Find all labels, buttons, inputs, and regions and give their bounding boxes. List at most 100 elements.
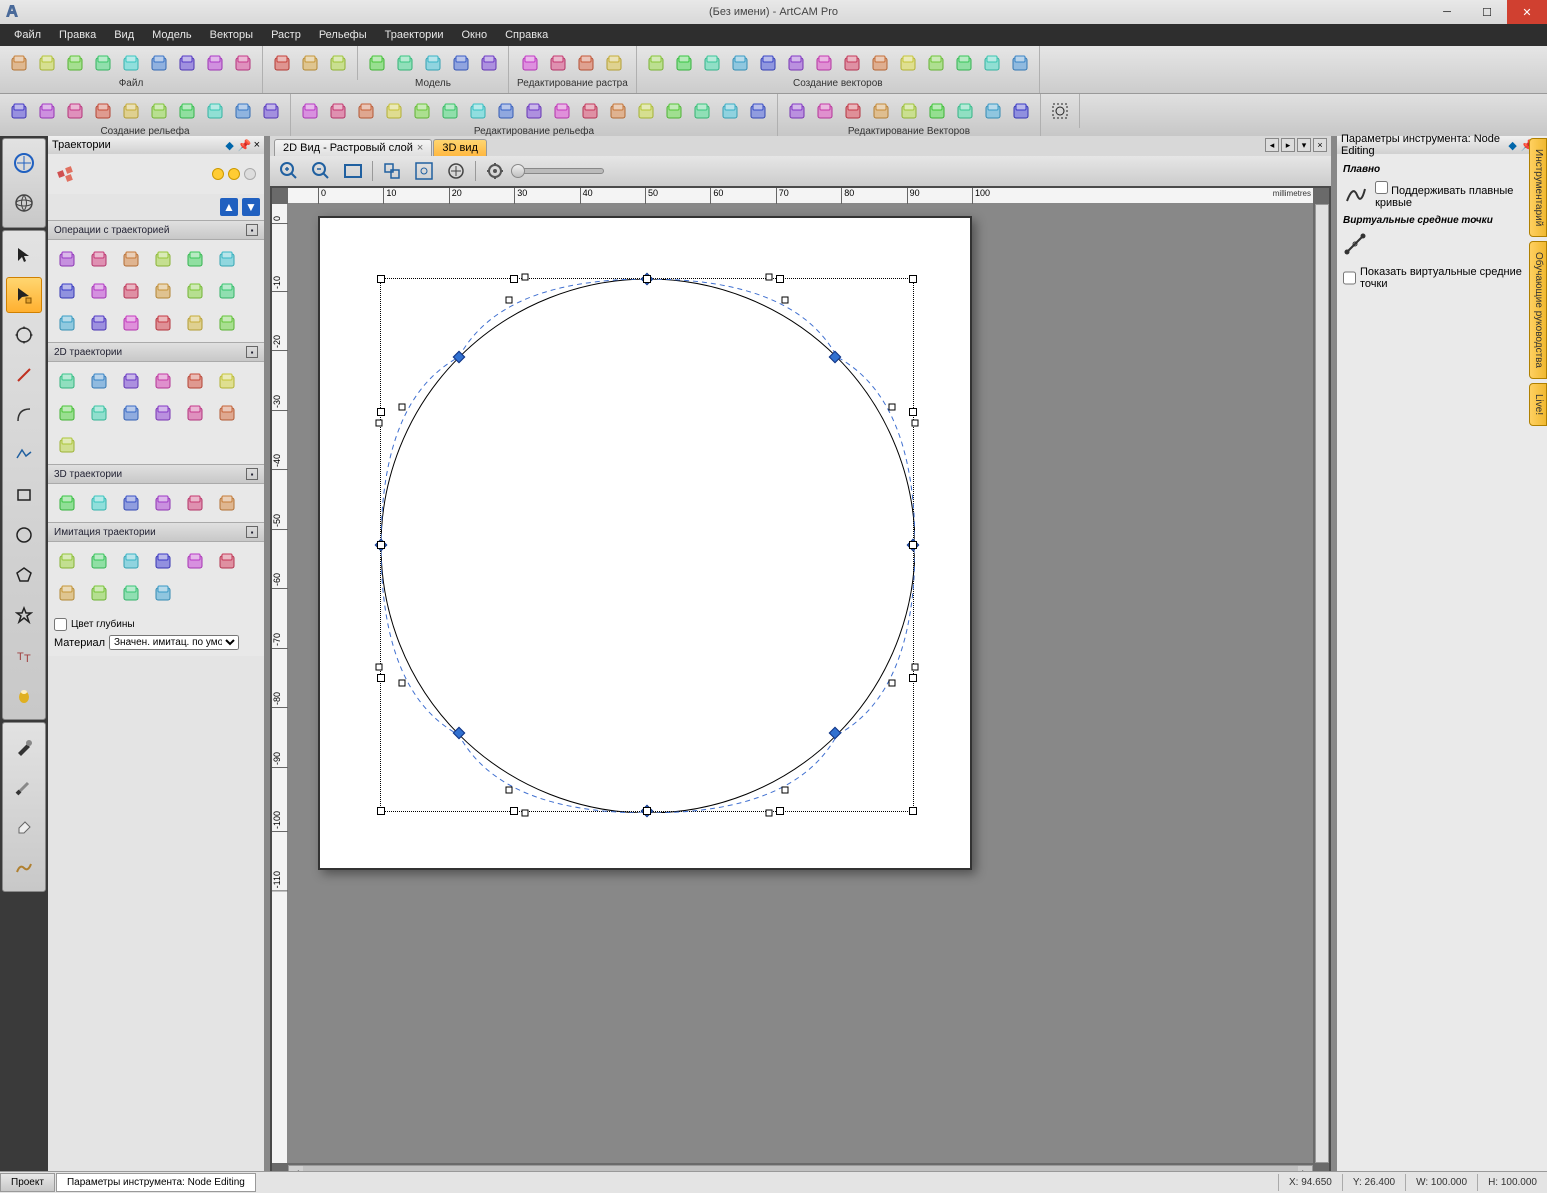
zoom-selected-button[interactable] bbox=[411, 158, 437, 184]
toolbar-button[interactable] bbox=[476, 50, 502, 76]
traj-button[interactable] bbox=[116, 546, 146, 576]
traj-button[interactable] bbox=[180, 276, 210, 306]
traj-button[interactable] bbox=[212, 308, 242, 338]
traj-button[interactable] bbox=[84, 276, 114, 306]
depth-color-checkbox[interactable]: Цвет глубины bbox=[54, 618, 258, 631]
toolbar-button[interactable] bbox=[661, 98, 687, 124]
tab-close-icon[interactable]: × bbox=[1313, 138, 1327, 152]
toolbar-button[interactable] bbox=[493, 98, 519, 124]
toolbar-button[interactable] bbox=[118, 50, 144, 76]
traj-button[interactable] bbox=[84, 398, 114, 428]
sidetab-live[interactable]: Live! bbox=[1529, 383, 1547, 426]
toolbar-button[interactable] bbox=[952, 98, 978, 124]
tool-paint-2[interactable] bbox=[6, 769, 42, 805]
toolbar-button[interactable] bbox=[699, 50, 725, 76]
toolbar-button[interactable] bbox=[90, 50, 116, 76]
toolbar-button[interactable] bbox=[90, 98, 116, 124]
traj-button[interactable] bbox=[116, 578, 146, 608]
section-header[interactable]: 2D траектории▪ bbox=[48, 342, 264, 362]
toolbar-button[interactable] bbox=[202, 50, 228, 76]
traj-button[interactable] bbox=[148, 398, 178, 428]
traj-button[interactable] bbox=[212, 546, 242, 576]
traj-button[interactable] bbox=[180, 488, 210, 518]
toolbar-button[interactable] bbox=[755, 50, 781, 76]
tool-text[interactable]: TT bbox=[6, 637, 42, 673]
traj-button[interactable] bbox=[52, 430, 82, 460]
close-icon[interactable]: × bbox=[417, 142, 423, 154]
tool-view-2d[interactable] bbox=[6, 145, 42, 181]
traj-button[interactable] bbox=[212, 366, 242, 396]
panel-close-icon[interactable]: × bbox=[254, 139, 260, 151]
toolbar-button[interactable] bbox=[924, 98, 950, 124]
toolbar-button[interactable] bbox=[6, 98, 32, 124]
traj-button[interactable] bbox=[52, 244, 82, 274]
tool-star[interactable] bbox=[6, 597, 42, 633]
minimize-button[interactable]: ─ bbox=[1427, 0, 1467, 24]
traj-button[interactable] bbox=[84, 488, 114, 518]
bulb-icon[interactable] bbox=[228, 168, 240, 180]
toolbar-button[interactable] bbox=[230, 50, 256, 76]
bulb-icon[interactable] bbox=[244, 168, 256, 180]
tab-2d-view[interactable]: 2D Вид - Растровый слой× bbox=[274, 139, 432, 156]
toolbar-button[interactable] bbox=[1008, 98, 1034, 124]
tab-menu-icon[interactable]: ▾ bbox=[1297, 138, 1311, 152]
pin-icon[interactable]: ◆ bbox=[1508, 139, 1516, 152]
toolbar-button[interactable] bbox=[230, 98, 256, 124]
menu-window[interactable]: Окно bbox=[454, 27, 496, 43]
zoom-extends-button[interactable] bbox=[443, 158, 469, 184]
toolbar-button[interactable] bbox=[633, 98, 659, 124]
close-button[interactable]: ✕ bbox=[1507, 0, 1547, 24]
tool-paint-1[interactable] bbox=[6, 729, 42, 765]
toolbar-button[interactable] bbox=[325, 50, 351, 76]
status-tab-project[interactable]: Проект bbox=[0, 1173, 55, 1192]
traj-button[interactable] bbox=[116, 488, 146, 518]
traj-button[interactable] bbox=[148, 276, 178, 306]
toolbar-button[interactable] bbox=[867, 50, 893, 76]
traj-button[interactable] bbox=[212, 488, 242, 518]
tab-prev-icon[interactable]: ◂ bbox=[1265, 138, 1279, 152]
zoom-fit-button[interactable] bbox=[340, 158, 366, 184]
toolbar-button[interactable] bbox=[951, 50, 977, 76]
toolbar-button[interactable] bbox=[868, 98, 894, 124]
traj-button[interactable] bbox=[84, 546, 114, 576]
toolbar-button[interactable] bbox=[202, 98, 228, 124]
toolbar-button[interactable] bbox=[605, 98, 631, 124]
traj-button[interactable] bbox=[148, 308, 178, 338]
toolbar-button[interactable] bbox=[409, 98, 435, 124]
traj-button[interactable] bbox=[52, 398, 82, 428]
traj-button[interactable] bbox=[148, 366, 178, 396]
zoom-window-button[interactable] bbox=[379, 158, 405, 184]
menu-raster[interactable]: Растр bbox=[263, 27, 309, 43]
canvas[interactable]: millimetres0102030405060708090100 0-10-2… bbox=[272, 188, 1329, 1191]
traj-button[interactable] bbox=[84, 366, 114, 396]
toolbar-button[interactable] bbox=[784, 98, 810, 124]
toolbar-button[interactable] bbox=[118, 98, 144, 124]
traj-button[interactable] bbox=[148, 578, 178, 608]
toolbar-button[interactable] bbox=[34, 50, 60, 76]
menu-reliefs[interactable]: Рельефы bbox=[311, 27, 375, 43]
toolbar-button[interactable] bbox=[727, 50, 753, 76]
toolbar-button[interactable] bbox=[811, 50, 837, 76]
traj-button[interactable] bbox=[116, 276, 146, 306]
zoom-slider[interactable] bbox=[514, 168, 604, 174]
toolbar-button[interactable] bbox=[521, 98, 547, 124]
vertical-scrollbar[interactable] bbox=[1315, 204, 1329, 1163]
tool-view-3d[interactable] bbox=[6, 185, 42, 221]
toolbar-button[interactable] bbox=[840, 98, 866, 124]
tab-3d-view[interactable]: 3D вид bbox=[433, 139, 487, 156]
traj-button[interactable] bbox=[116, 398, 146, 428]
menu-file[interactable]: Файл bbox=[6, 27, 49, 43]
tool-select[interactable] bbox=[6, 237, 42, 273]
toolbar-button[interactable] bbox=[364, 50, 390, 76]
pin-icon-2[interactable]: 📌 bbox=[238, 139, 252, 152]
traj-button[interactable] bbox=[84, 308, 114, 338]
sidetab-tutorials[interactable]: Обучающие руководства bbox=[1529, 241, 1547, 379]
tool-polygon[interactable] bbox=[6, 557, 42, 593]
traj-button[interactable] bbox=[148, 244, 178, 274]
traj-button[interactable] bbox=[116, 244, 146, 274]
traj-button[interactable] bbox=[180, 546, 210, 576]
toolbar-button[interactable] bbox=[895, 50, 921, 76]
material-select[interactable]: Значен. имитац. по умолч. bbox=[109, 635, 239, 650]
tool-circle[interactable] bbox=[6, 517, 42, 553]
toolbar-button[interactable] bbox=[353, 98, 379, 124]
